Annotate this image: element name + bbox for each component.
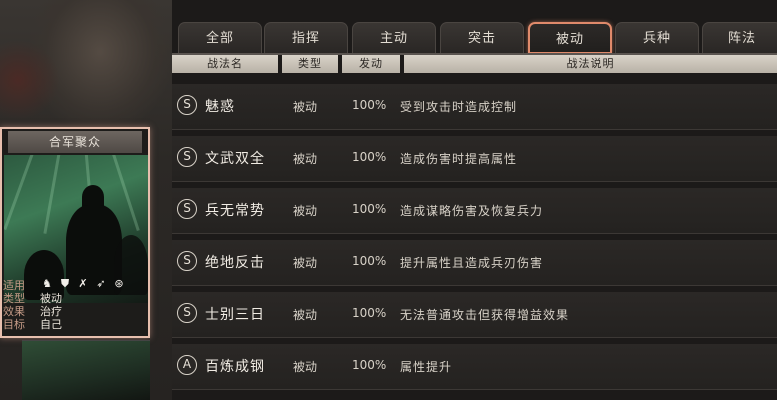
skill-row[interactable]: S 绝地反击 被动 100% 提升属性且造成兵刃伤害	[172, 240, 777, 288]
skill-rate: 100%	[352, 150, 387, 164]
skill-category-tabs: 全部 指挥 主动 突击 被动 兵种 阵法	[172, 22, 777, 54]
info-key: 适用	[3, 279, 25, 292]
header-type[interactable]: 类型	[282, 55, 338, 73]
skill-name: 魅惑	[205, 99, 235, 115]
info-key: 效果	[3, 305, 25, 318]
skill-rate: 100%	[352, 254, 387, 268]
bow-icon: ✗	[78, 277, 88, 290]
card-info-row-effect: 效果 治疗	[2, 305, 148, 318]
skill-type: 被动	[293, 256, 318, 270]
skill-description: 提升属性且造成兵刃伤害	[400, 256, 544, 270]
card-info-row-type: 类型 被动	[2, 292, 148, 305]
cavalry-icon: ♞	[42, 277, 52, 290]
tab-formation[interactable]: 阵法	[702, 22, 777, 54]
info-key: 类型	[3, 292, 25, 305]
skill-type: 被动	[293, 308, 318, 322]
grade-badge: S	[177, 251, 197, 271]
info-value: 治疗	[40, 305, 62, 318]
spear-icon: ➶	[96, 277, 106, 290]
wheel-icon: ⊛	[114, 277, 124, 290]
tab-assault[interactable]: 突击	[440, 22, 524, 54]
info-value: 自己	[40, 318, 62, 331]
skill-description: 属性提升	[400, 360, 453, 374]
skill-description: 造成谋略伤害及恢复兵力	[400, 204, 544, 218]
skill-name: 绝地反击	[205, 255, 265, 271]
skill-row[interactable]: S 士别三日 被动 100% 无法普通攻击但获得增益效果	[172, 292, 777, 340]
card-title: 合军聚众	[8, 131, 142, 153]
skill-row[interactable]: A 百炼成钢 被动 100% 属性提升	[172, 344, 777, 392]
skill-description: 受到攻击时造成控制	[400, 100, 518, 114]
header-trigger[interactable]: 发动	[342, 55, 400, 73]
header-name[interactable]: 战法名	[172, 55, 278, 73]
tab-command[interactable]: 指挥	[264, 22, 348, 54]
skill-name: 文武双全	[205, 151, 265, 167]
troop-type-icons: ♞ ⛊ ✗ ➶ ⊛	[40, 277, 126, 291]
skill-rate: 100%	[352, 202, 387, 216]
card-info-row-target: 目标 自己	[2, 318, 148, 331]
skill-rate: 100%	[352, 306, 387, 320]
info-key: 目标	[3, 318, 25, 331]
skill-rate: 100%	[352, 358, 387, 372]
header-description: 战法说明	[404, 55, 777, 73]
column-headers: 战法名 类型 发动 战法说明	[172, 55, 777, 73]
tab-active[interactable]: 主动	[352, 22, 436, 54]
skill-name: 士别三日	[205, 307, 265, 323]
tab-all[interactable]: 全部	[178, 22, 262, 54]
skill-row[interactable]: S 魅惑 被动 100% 受到攻击时造成控制	[172, 84, 777, 132]
skill-type: 被动	[293, 360, 318, 374]
grade-badge: S	[177, 147, 197, 167]
skill-type: 被动	[293, 152, 318, 166]
next-skill-card[interactable]	[22, 340, 150, 400]
info-value: 被动	[40, 292, 62, 305]
skill-row[interactable]: S 文武双全 被动 100% 造成伤害时提高属性	[172, 136, 777, 184]
selected-skill-card[interactable]: 合军聚众 适用 类型 被动 效果 治疗 目标 自己 ♞ ⛊ ✗ ➶ ⊛	[0, 127, 150, 338]
skill-name: 百炼成钢	[205, 359, 265, 375]
tab-passive[interactable]: 被动	[528, 22, 612, 54]
skill-description: 无法普通攻击但获得增益效果	[400, 308, 570, 322]
skill-description: 造成伤害时提高属性	[400, 152, 518, 166]
grade-badge: A	[177, 355, 197, 375]
background-flag-art	[0, 40, 60, 120]
grade-badge: S	[177, 199, 197, 219]
skill-type: 被动	[293, 204, 318, 218]
skill-type: 被动	[293, 100, 318, 114]
grade-badge: S	[177, 95, 197, 115]
skill-row[interactable]: S 兵无常势 被动 100% 造成谋略伤害及恢复兵力	[172, 188, 777, 236]
skill-rate: 100%	[352, 98, 387, 112]
shield-icon: ⛊	[60, 277, 70, 290]
tab-troop[interactable]: 兵种	[615, 22, 699, 54]
grade-badge: S	[177, 303, 197, 323]
skill-name: 兵无常势	[205, 203, 265, 219]
